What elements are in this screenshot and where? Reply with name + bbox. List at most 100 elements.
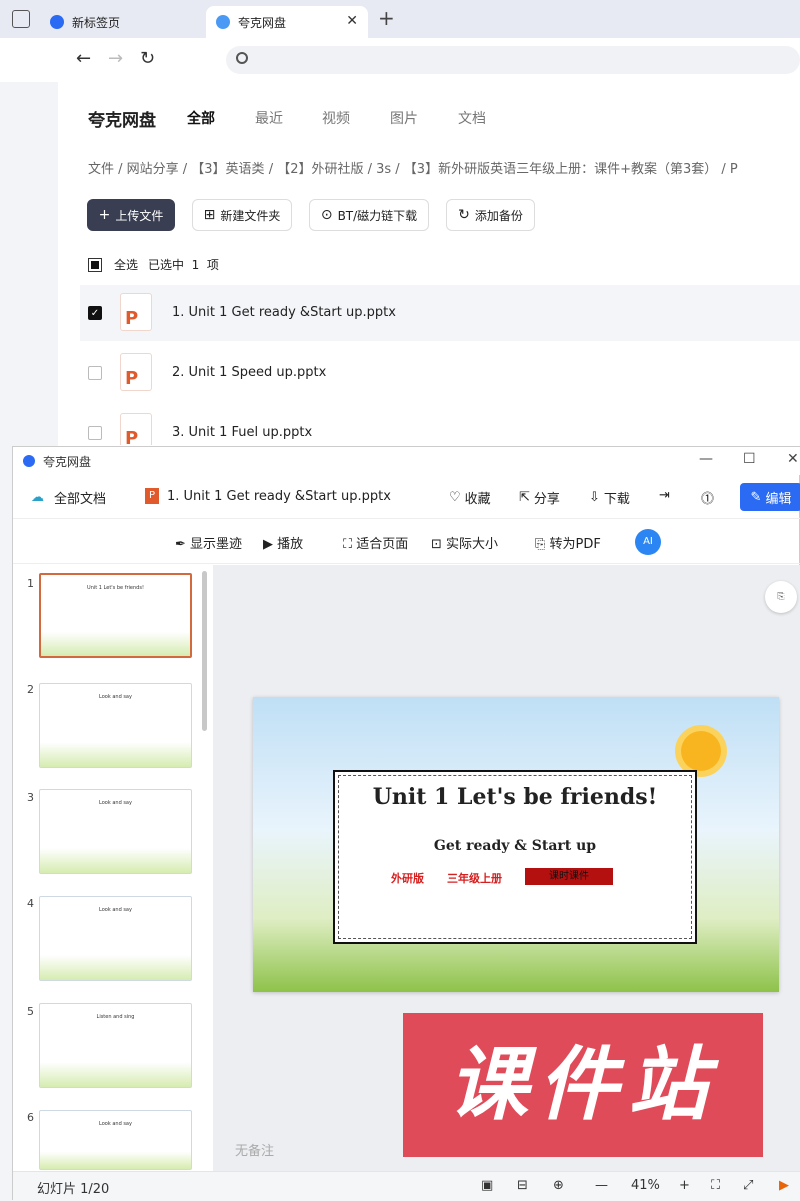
- ink-icon: ✒: [175, 537, 191, 552]
- tab-docs[interactable]: 文档: [458, 108, 486, 128]
- thumb-title: Look and say: [99, 694, 132, 700]
- pptx-file-icon: P: [120, 293, 152, 331]
- tab-quark-drive[interactable]: 夸克网盘 ✕: [206, 6, 368, 38]
- fit-page-button[interactable]: ⛶ 适合页面: [343, 533, 408, 552]
- pptx-file-icon: P: [120, 353, 152, 391]
- thumb-title: Look and say: [99, 907, 132, 913]
- actual-size-label: 实际大小: [446, 537, 499, 552]
- to-pdf-button[interactable]: ⎘ 转为PDF: [535, 533, 601, 552]
- close-window-icon[interactable]: ✕: [787, 451, 799, 467]
- thumb-number: 3: [27, 791, 34, 804]
- tab-label: 新标签页: [72, 15, 121, 30]
- url-input[interactable]: [226, 46, 800, 74]
- file-row[interactable]: ✓ P 1. Unit 1 Get ready &Start up.pptx: [80, 285, 800, 341]
- fit-screen-icon[interactable]: ⛶: [711, 1178, 720, 1193]
- thumb-title: Look and say: [99, 800, 132, 806]
- current-file: P 1. Unit 1 Get ready &Start up.pptx: [145, 488, 391, 504]
- globe-icon[interactable]: ⊕: [553, 1178, 564, 1193]
- thumb-number: 4: [27, 897, 34, 910]
- selected-count: 已选中 1 项: [148, 258, 219, 272]
- tab-search-icon[interactable]: [12, 10, 30, 28]
- tab-images[interactable]: 图片: [390, 108, 418, 128]
- tab-recent[interactable]: 最近: [255, 108, 283, 128]
- show-ink-button[interactable]: ✒ 显示墨迹: [175, 533, 242, 552]
- title-box: Unit 1 Let's be friends! Get ready & Sta…: [333, 770, 697, 944]
- slideshow-icon[interactable]: ▶: [779, 1178, 789, 1193]
- thumbnail-slide[interactable]: Listen and sing: [39, 1003, 192, 1088]
- new-tab-plus-icon[interactable]: +: [378, 6, 395, 30]
- grid-view-icon[interactable]: ⊟: [517, 1178, 528, 1193]
- add-backup-button[interactable]: ↻ 添加备份: [446, 199, 535, 231]
- pdf-convert-float-icon[interactable]: ⎘: [765, 581, 797, 613]
- tab-video[interactable]: 视频: [322, 108, 350, 128]
- feedback-icon[interactable]: ⓵: [701, 488, 714, 507]
- slide-title: Unit 1 Let's be friends!: [372, 784, 658, 810]
- viewer-titlebar: 夸克网盘 — ☐ ✕: [13, 447, 800, 475]
- file-checkbox[interactable]: [88, 366, 102, 380]
- sidebar-scrollbar[interactable]: [202, 571, 207, 731]
- pptx-file-icon: P: [120, 413, 152, 445]
- file-name[interactable]: 1. Unit 1 Get ready &Start up.pptx: [172, 305, 396, 320]
- notes-placeholder: 无备注: [235, 1144, 275, 1159]
- breadcrumb[interactable]: 文件 / 网站分享 / 【3】英语类 / 【2】外研社版 / 3s / 【3】新…: [88, 158, 738, 177]
- thumbnail-slide[interactable]: Look and say: [39, 896, 192, 981]
- new-folder-button[interactable]: ⊞ 新建文件夹: [192, 199, 292, 231]
- upload-button[interactable]: + 上传文件: [87, 199, 175, 231]
- upload-label: 上传文件: [115, 208, 164, 223]
- viewer-toolbar: ✒ 显示墨迹 ▶ 播放 ⛶ 适合页面 ⊡ 实际大小 ⎘ 转为PDF AI: [13, 520, 800, 564]
- reload-icon[interactable]: ↻: [140, 48, 155, 69]
- browser-tabbar: 新标签页 夸克网盘 ✕ +: [0, 0, 800, 38]
- zoom-in-icon[interactable]: +: [679, 1178, 690, 1193]
- tab-new-tab[interactable]: 新标签页: [40, 6, 206, 38]
- current-file-name: 1. Unit 1 Get ready &Start up.pptx: [167, 488, 391, 504]
- tab-all[interactable]: 全部: [187, 108, 215, 128]
- close-tab-icon[interactable]: ✕: [346, 13, 358, 29]
- thumbnail-slide[interactable]: Look and say: [39, 789, 192, 874]
- forward-arrow-icon[interactable]: →: [108, 48, 123, 69]
- new-tab-favicon-icon: [50, 15, 64, 29]
- ai-assistant-icon[interactable]: AI: [635, 529, 661, 555]
- file-checkbox[interactable]: ✓: [88, 306, 102, 320]
- all-docs-link[interactable]: ☁ 全部文档: [31, 488, 106, 507]
- file-checkbox[interactable]: [88, 426, 102, 440]
- thumbnail-slide[interactable]: Look and say: [39, 683, 192, 768]
- edit-label: 编辑: [765, 491, 792, 507]
- back-arrow-icon[interactable]: ←: [76, 48, 91, 69]
- sun-icon: [681, 731, 721, 771]
- file-name[interactable]: 3. Unit 1 Fuel up.pptx: [172, 425, 312, 440]
- zoom-level: 41%: [631, 1178, 660, 1193]
- all-docs-label: 全部文档: [54, 492, 107, 507]
- zoom-out-icon[interactable]: —: [595, 1178, 608, 1193]
- maximize-icon[interactable]: ☐: [743, 451, 756, 467]
- select-all-checkbox[interactable]: [88, 257, 102, 272]
- heart-icon: ♡: [449, 490, 461, 505]
- bt-download-button[interactable]: ⊙ BT/磁力链下载: [309, 199, 429, 231]
- favorite-label: 收藏: [464, 492, 491, 507]
- open-external-icon[interactable]: ⇥: [659, 488, 670, 503]
- status-bar: 幻灯片 1/20 ▣ ⊟ ⊕ — 41% + ⛶ ⤢ ▶: [13, 1171, 800, 1201]
- file-row[interactable]: P 3. Unit 1 Fuel up.pptx: [80, 405, 800, 445]
- favorite-button[interactable]: ♡ 收藏: [449, 488, 491, 507]
- minimize-icon[interactable]: —: [699, 451, 713, 467]
- actual-size-button[interactable]: ⊡ 实际大小: [431, 533, 498, 552]
- select-all-label[interactable]: 全选: [114, 256, 138, 273]
- file-name[interactable]: 2. Unit 1 Speed up.pptx: [172, 365, 326, 380]
- fit-page-label: 适合页面: [356, 537, 409, 552]
- thumbnail-slide[interactable]: Unit 1 Let's be friends!: [39, 573, 192, 658]
- thumbnail-slide[interactable]: Look and say: [39, 1110, 192, 1170]
- edit-button[interactable]: ✎ 编辑: [740, 483, 800, 511]
- share-button[interactable]: ⇱ 分享: [519, 488, 560, 507]
- one-to-one-icon: ⊡: [431, 537, 447, 552]
- notes-view-icon[interactable]: ▣: [481, 1178, 493, 1193]
- play-button[interactable]: ▶ 播放: [263, 533, 303, 552]
- download-button[interactable]: ⇩ 下载: [589, 488, 630, 507]
- file-row[interactable]: P 2. Unit 1 Speed up.pptx: [80, 345, 800, 401]
- folder-plus-icon: ⊞: [203, 207, 216, 223]
- slide-counter: 幻灯片 1/20: [37, 1182, 110, 1197]
- fullscreen-icon[interactable]: ⤢: [743, 1178, 753, 1193]
- play-label: 播放: [277, 537, 304, 552]
- download-icon: ⇩: [589, 490, 600, 505]
- plus-icon: +: [98, 207, 111, 223]
- thumb-number: 5: [27, 1005, 34, 1018]
- slide-subtitle: Get ready & Start up: [433, 838, 597, 854]
